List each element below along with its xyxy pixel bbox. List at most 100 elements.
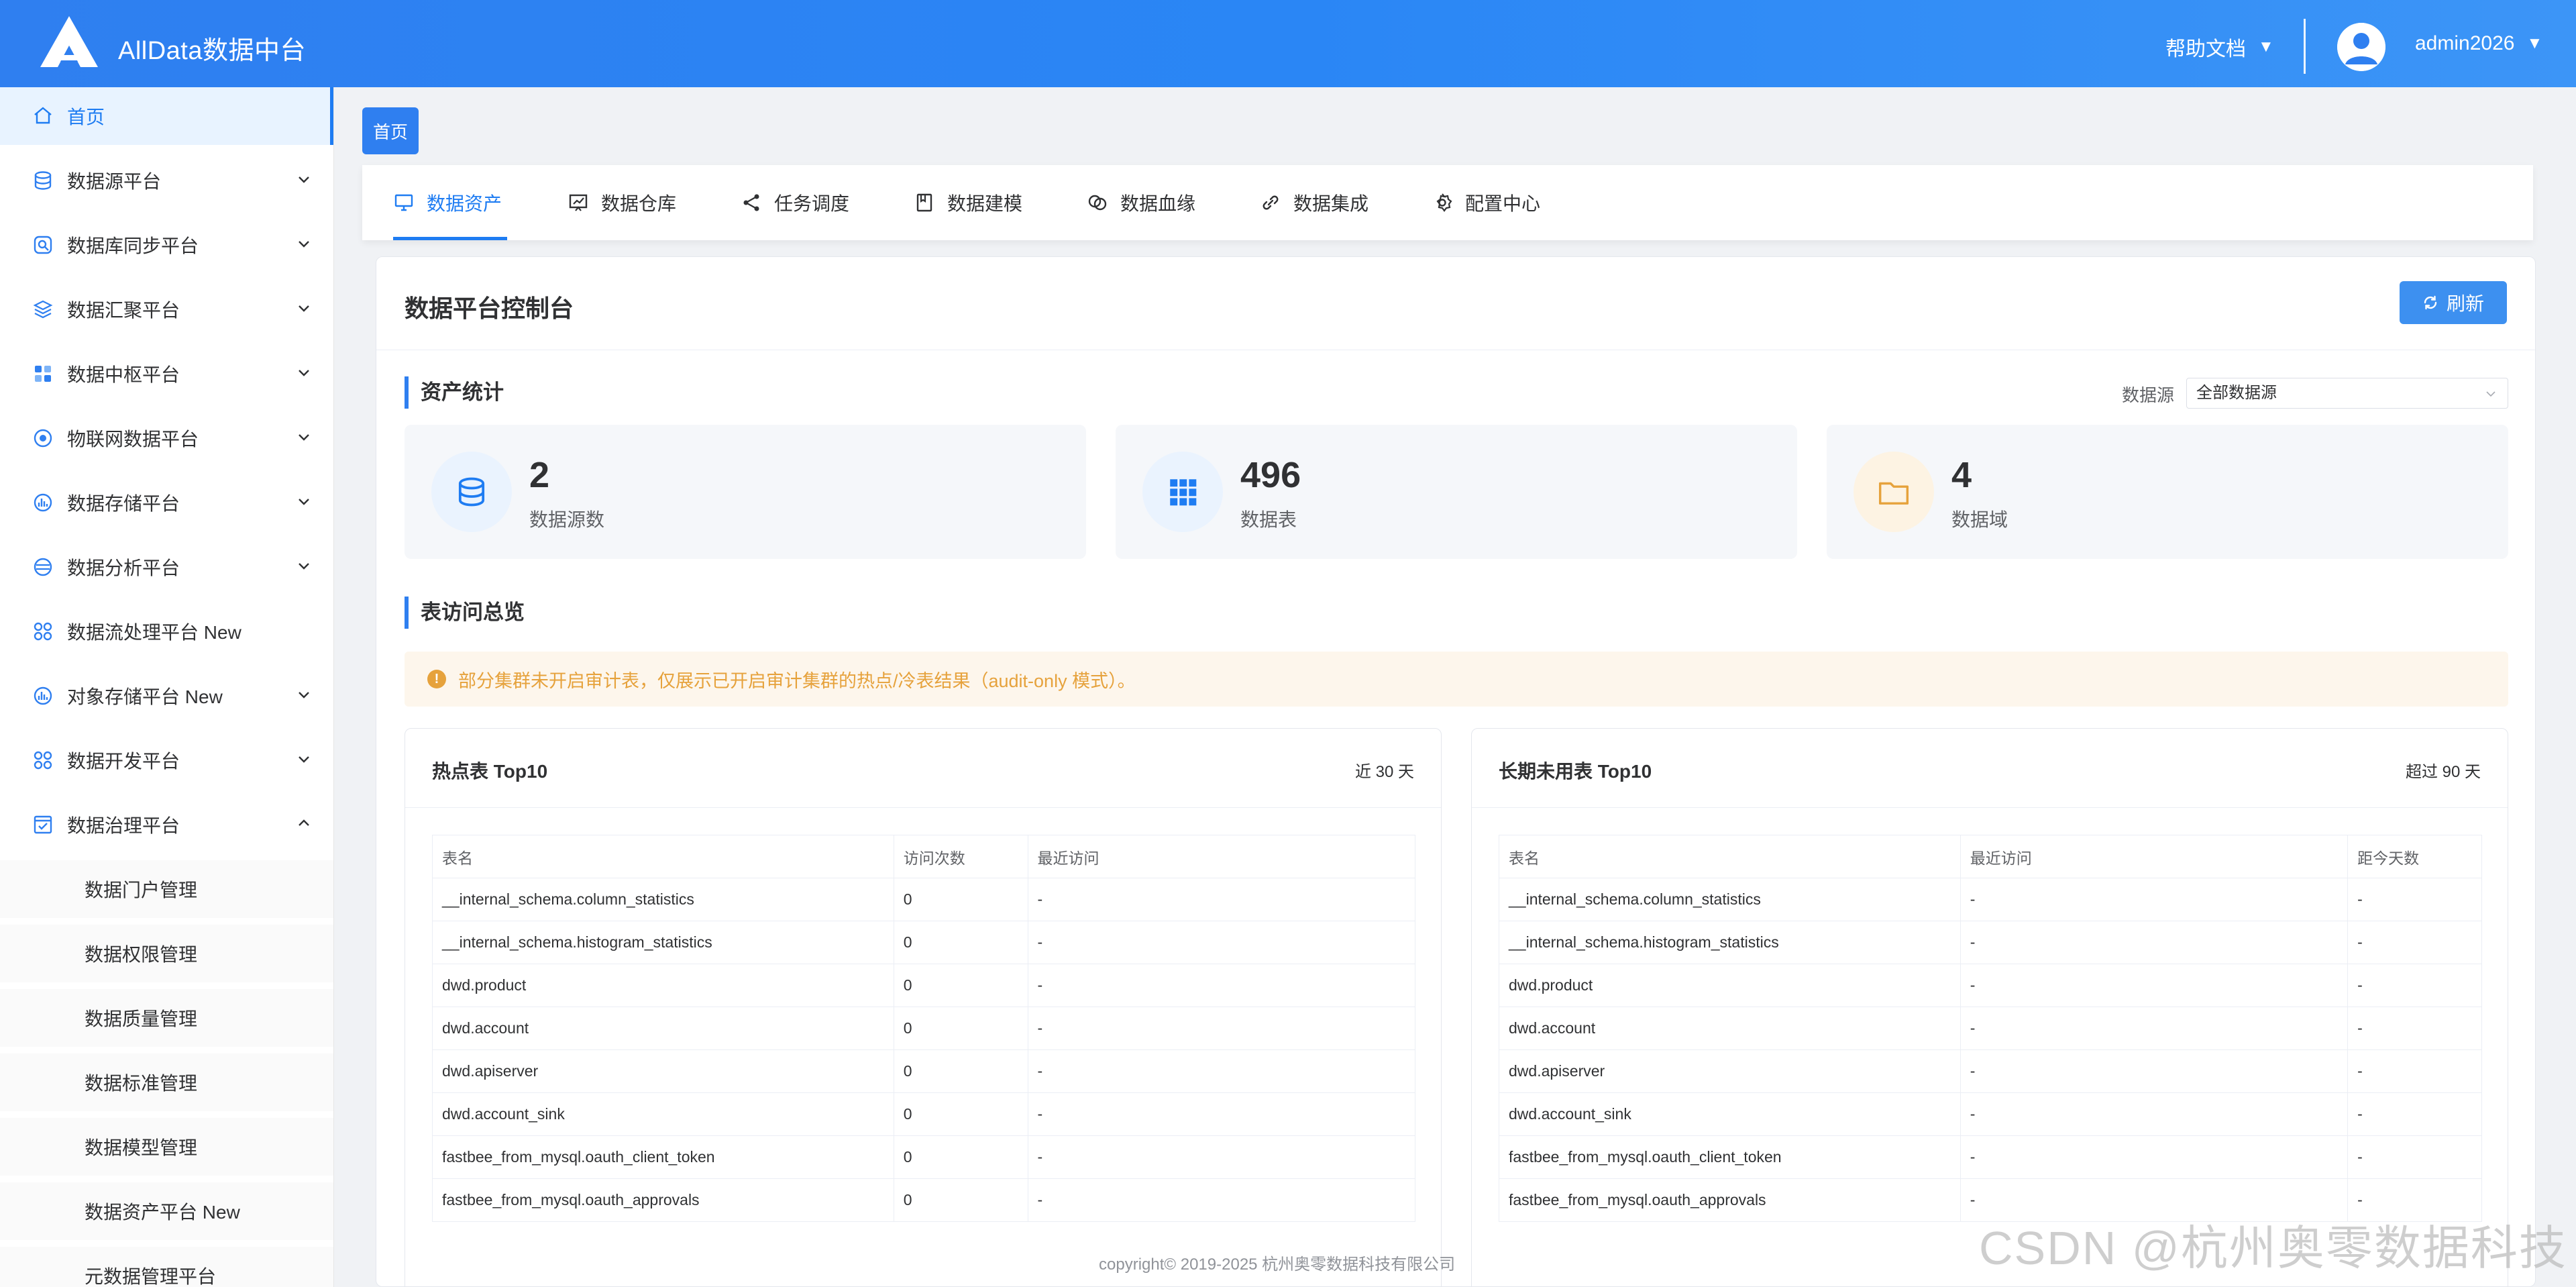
refresh-label: 刷新 [2446, 293, 2484, 314]
table-row[interactable]: dwd.account - - [1499, 1007, 2482, 1050]
grid-icon [1170, 479, 1197, 506]
sidebar-item[interactable]: 首页 [0, 87, 333, 145]
header-divider [2304, 19, 2306, 74]
tag-home[interactable]: 首页 [362, 107, 419, 154]
table-row[interactable]: dwd.account 0- [432, 1007, 1416, 1050]
table-cell: - [2347, 1135, 2482, 1179]
table-row[interactable]: fastbee_from_mysql.oauth_client_token - - [1499, 1135, 2482, 1179]
table-cell: 0 [893, 1092, 1028, 1136]
logo-icon[interactable] [39, 15, 99, 68]
nav-tab[interactable]: 配置中心 [1432, 165, 1540, 240]
develop-icon [34, 751, 52, 770]
sidebar-item[interactable]: 数据存储平台 [0, 474, 333, 531]
help-docs-menu[interactable]: 帮助文档 ▼ [2165, 32, 2274, 62]
table-cell: - [2347, 921, 2482, 964]
table-row[interactable]: __internal_schema.histogram_statistics - - [1499, 921, 2482, 964]
sidebar-subitem[interactable]: 数据资产平台 New [0, 1182, 333, 1240]
datasource-select[interactable]: 全部数据源 [2186, 378, 2508, 409]
table-cell: 0 [893, 1007, 1028, 1050]
nav-tab[interactable]: 数据集成 [1260, 165, 1368, 240]
sidebar-item[interactable]: 对象存储平台 New [0, 667, 333, 725]
table-cell: dwd.apiserver [1499, 1049, 1961, 1093]
sidebar-item[interactable]: 数据分析平台 [0, 538, 333, 596]
nav-tab[interactable]: 数据资产 [393, 165, 508, 240]
governance-icon [34, 815, 52, 834]
sidebar-item-label: 数据流处理平台 New [67, 622, 241, 643]
sidebar-subitem[interactable]: 数据质量管理 [0, 989, 333, 1047]
sidebar-subitem[interactable]: 元数据管理平台 [0, 1247, 333, 1287]
table-row[interactable]: __internal_schema.column_statistics - - [1499, 878, 2482, 921]
sidebar-item[interactable]: 物联网数据平台 [0, 409, 333, 467]
table-cell: 0 [893, 1135, 1028, 1179]
table-row[interactable]: fastbee_from_mysql.oauth_client_token 0- [432, 1135, 1416, 1179]
cold-table: 表名 最近访问 距今天数 __internal_schema.column_stati… [1499, 835, 2482, 1222]
home-icon [34, 107, 52, 124]
column-header[interactable]: 访问次数 [893, 835, 1028, 878]
table-row[interactable]: dwd.account_sink - - [1499, 1092, 2482, 1136]
nav-tab-label: 数据建模 [947, 193, 1023, 214]
sidebar-item[interactable]: 数据源平台 [0, 152, 333, 209]
table-header-row: 表名 最近访问 距今天数 [1499, 835, 2482, 878]
nav-tab[interactable]: 任务调度 [741, 165, 849, 240]
stat-value: 4 [1951, 455, 1972, 495]
table-row[interactable]: __internal_schema.histogram_statistics 0- [432, 921, 1416, 964]
sidebar-subitem-label: 数据权限管理 [85, 944, 198, 965]
column-header[interactable]: 表名 [432, 835, 894, 878]
table-row[interactable]: dwd.product 0- [432, 964, 1416, 1007]
column-header[interactable]: 最近访问 [1027, 835, 1416, 878]
table-cell: dwd.account_sink [1499, 1092, 1961, 1136]
sidebar-subitem[interactable]: 数据权限管理 [0, 925, 333, 982]
sidebar-item[interactable]: 数据中枢平台 [0, 345, 333, 403]
table-row[interactable]: dwd.product - - [1499, 964, 2482, 1007]
table-row[interactable]: __internal_schema.column_statistics 0- [432, 878, 1416, 921]
stat-card: 2 数据源数 [405, 425, 1086, 559]
nav-tab[interactable]: 数据建模 [914, 165, 1022, 240]
card-header: 长期未用表 Top10 超过 90 天 [1472, 729, 2508, 808]
layers-icon [33, 300, 53, 319]
sidebar-item[interactable]: 数据库同步平台 [0, 216, 333, 274]
refresh-icon [2424, 295, 2437, 310]
gear-icon [1436, 193, 1452, 212]
column-header[interactable]: 距今天数 [2347, 835, 2482, 878]
nav-tab[interactable]: 数据血缘 [1087, 165, 1195, 240]
table-cell: - [1960, 878, 2349, 921]
sidebar-subitem-label: 数据资产平台 New [85, 1202, 240, 1223]
table-cell: - [2347, 1092, 2482, 1136]
link-icon [1263, 195, 1279, 210]
column-header[interactable]: 最近访问 [1960, 835, 2349, 878]
chevron-up-icon [299, 819, 309, 826]
sidebar-item-label: 数据治理平台 [67, 815, 180, 836]
table-row[interactable]: fastbee_from_mysql.oauth_approvals 0- [432, 1178, 1416, 1222]
sidebar-subitem-label: 数据模型管理 [85, 1137, 198, 1158]
table-cell: dwd.apiserver [432, 1049, 894, 1093]
chevron-down-icon [2486, 391, 2496, 397]
refresh-button[interactable]: 刷新 [2400, 281, 2507, 324]
sidebar-subitem[interactable]: 数据模型管理 [0, 1118, 333, 1176]
hub-icon [35, 366, 51, 382]
stat-label: 数据表 [1240, 509, 1297, 530]
sidebar-item[interactable]: 数据治理平台 [0, 796, 333, 854]
sidebar-subitem[interactable]: 数据标准管理 [0, 1053, 333, 1111]
copy-link-icon [1088, 195, 1107, 211]
stat-card: 4 数据域 [1827, 425, 2508, 559]
watermark: CSDN @杭州奥零数据科技 [1979, 1222, 2567, 1274]
table-cell: dwd.account [1499, 1007, 1961, 1050]
table-row[interactable]: dwd.account_sink 0- [432, 1092, 1416, 1136]
nav-tab[interactable]: 数据仓库 [568, 165, 676, 240]
chevron-down-icon [299, 176, 309, 183]
avatar[interactable] [2337, 23, 2385, 71]
sidebar-subitem[interactable]: 数据门户管理 [0, 860, 333, 918]
sidebar-item[interactable]: 数据汇聚平台 [0, 280, 333, 338]
table-cell: dwd.account_sink [432, 1092, 894, 1136]
sidebar: 首页 数据源平台 数据库同步平台 数据汇聚平台 数据中枢平台 物联网数据平台 数据存储平台数… [0, 87, 334, 1287]
table-row[interactable]: dwd.apiserver 0- [432, 1049, 1416, 1093]
table-row[interactable]: dwd.apiserver - - [1499, 1049, 2482, 1093]
table-cell: - [1027, 921, 1416, 964]
sidebar-item[interactable]: 数据开发平台 [0, 731, 333, 789]
column-header[interactable]: 表名 [1499, 835, 1961, 878]
user-menu[interactable]: admin2026 ▼ [2415, 32, 2542, 55]
chevron-down-icon [299, 563, 309, 570]
sidebar-item[interactable]: 数据流处理平台 New [0, 603, 333, 660]
table-cell: 0 [893, 878, 1028, 921]
table-cell: - [2347, 964, 2482, 1007]
